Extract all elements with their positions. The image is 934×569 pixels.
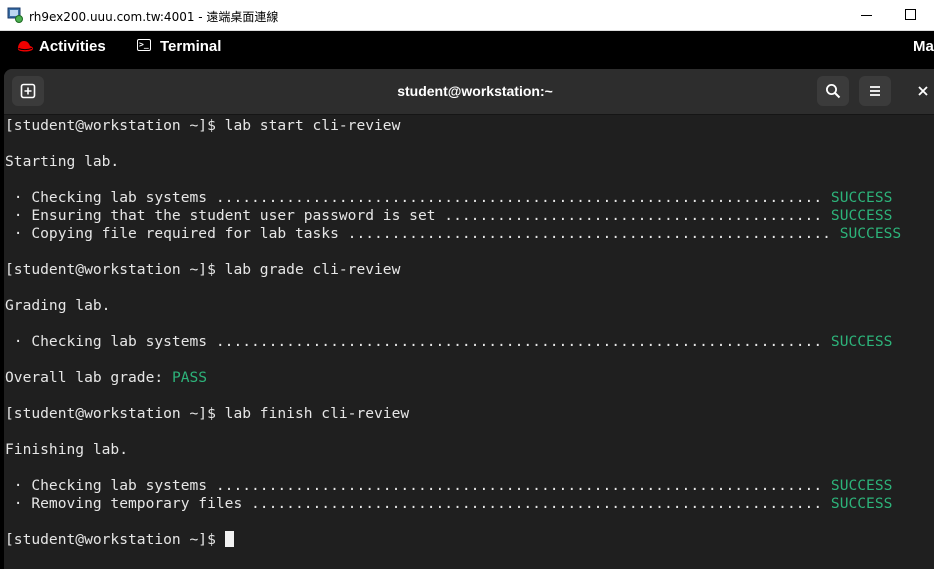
terminal-line: [student@workstation ~]$ lab grade cli-r… — [5, 261, 934, 279]
redhat-logo-icon — [17, 41, 33, 52]
prompt-line[interactable]: [student@workstation ~]$ — [5, 531, 934, 549]
close-icon[interactable] — [916, 84, 930, 98]
terminal-line: · Removing temporary files .............… — [5, 495, 934, 513]
terminal-line-text: · Ensuring that the student user passwor… — [5, 207, 831, 224]
terminal-window: student@workstation:~ [student@workstati… — [4, 69, 934, 569]
rdp-titlebar: rh9ex200.uuu.com.tw:4001 - 遠端桌面連線 — [0, 0, 934, 31]
terminal-headerbar: student@workstation:~ — [4, 69, 934, 115]
terminal-line: Grading lab. — [5, 297, 934, 315]
terminal-line-text: · Checking lab systems .................… — [5, 477, 831, 494]
terminal-line: · Checking lab systems .................… — [5, 333, 934, 351]
terminal-line-text: · Removing temporary files .............… — [5, 495, 831, 512]
terminal-line-text: [student@workstation ~]$ lab grade cli-r… — [5, 261, 401, 278]
terminal-line-text: Overall lab grade: — [5, 369, 172, 386]
terminal-line-text: · Checking lab systems .................… — [5, 333, 831, 350]
status-success-text: SUCCESS — [839, 225, 902, 242]
terminal-line: · Checking lab systems .................… — [5, 189, 934, 207]
prompt-text: [student@workstation ~]$ — [5, 531, 225, 548]
terminal-line: · Checking lab systems .................… — [5, 477, 934, 495]
text-cursor — [224, 531, 234, 547]
terminal-title: student@workstation:~ — [397, 83, 553, 99]
status-success-text: SUCCESS — [830, 495, 893, 512]
window-title: rh9ex200.uuu.com.tw:4001 - 遠端桌面連線 — [29, 10, 279, 24]
status-success-text: SUCCESS — [830, 207, 893, 224]
clock[interactable]: Ma — [913, 38, 934, 55]
terminal-line: · Copying file required for lab tasks ..… — [5, 225, 934, 243]
terminal-line-text: Grading lab. — [5, 297, 111, 314]
grade-pass-text: PASS — [171, 369, 208, 386]
minimize-button[interactable] — [844, 0, 890, 30]
app-menu-label: Terminal — [160, 38, 222, 55]
terminal-line-text: Finishing lab. — [5, 441, 129, 458]
terminal-line: Overall lab grade: PASS — [5, 369, 934, 387]
gnome-top-bar: Activities >_ Terminal Ma — [0, 31, 934, 62]
search-button[interactable] — [817, 76, 849, 106]
terminal-line: · Ensuring that the student user passwor… — [5, 207, 934, 225]
terminal-app-icon: >_ — [137, 39, 151, 51]
status-success-text: SUCCESS — [830, 333, 893, 350]
terminal-line: Finishing lab. — [5, 441, 934, 459]
terminal-line-text: · Copying file required for lab tasks ..… — [5, 225, 840, 242]
terminal-line-text: · Checking lab systems .................… — [5, 189, 831, 206]
terminal-line-text: Starting lab. — [5, 153, 120, 170]
terminal-line: [student@workstation ~]$ lab start cli-r… — [5, 117, 934, 135]
maximize-button[interactable] — [888, 0, 934, 30]
status-success-text: SUCCESS — [830, 189, 893, 206]
activities-button[interactable]: Activities — [39, 38, 106, 55]
menu-button[interactable] — [859, 76, 891, 106]
search-icon — [826, 84, 841, 99]
terminal-line: Starting lab. — [5, 153, 934, 171]
hamburger-menu-icon — [870, 86, 880, 96]
terminal-line-text: [student@workstation ~]$ lab finish cli-… — [5, 405, 410, 422]
terminal-line: [student@workstation ~]$ lab finish cli-… — [5, 405, 934, 423]
terminal-line-text: [student@workstation ~]$ lab start cli-r… — [5, 117, 401, 134]
status-success-text: SUCCESS — [830, 477, 893, 494]
terminal-output[interactable]: [student@workstation ~]$ lab start cli-r… — [5, 117, 934, 549]
remote-desktop-icon — [7, 7, 23, 23]
